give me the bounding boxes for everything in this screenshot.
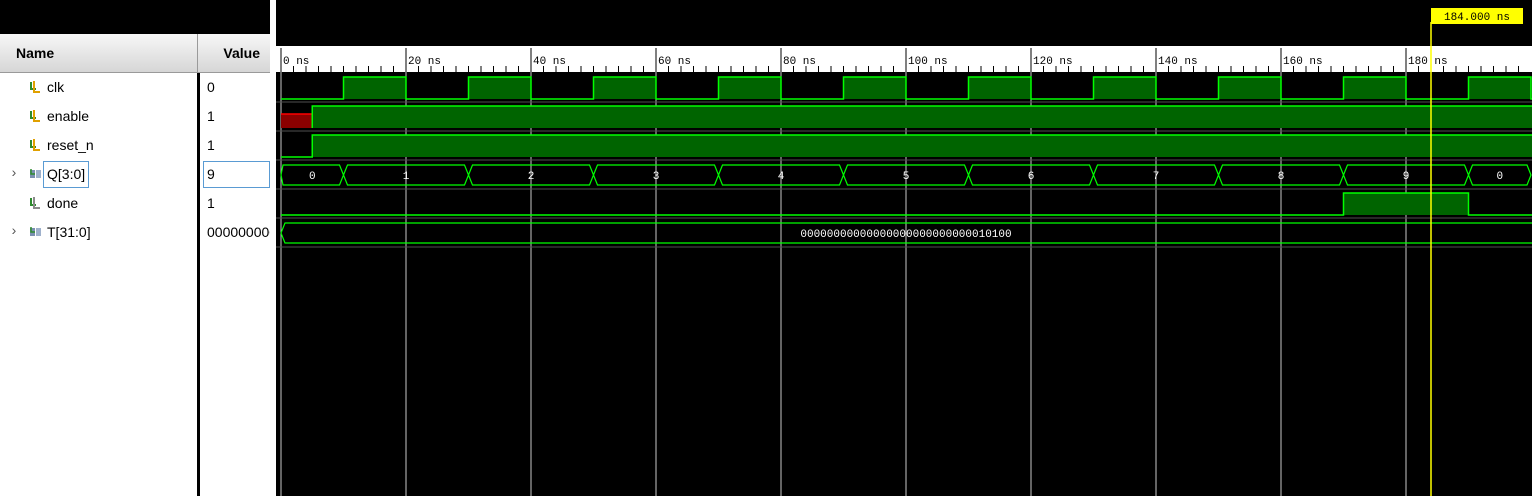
waveform-panel[interactable]: 0 ns 20 ns 40 ns 60 ns 80 ns 100 ns 120 ns 140 … bbox=[276, 0, 1532, 496]
signal-value: 1 bbox=[207, 137, 215, 153]
q-bus-value-label: 8 bbox=[1278, 171, 1285, 183]
reset-n-high-fill bbox=[312, 135, 1532, 157]
toolbar-strip bbox=[0, 0, 272, 34]
signal-value: 1 bbox=[207, 195, 215, 211]
signal-name: enable bbox=[47, 108, 90, 124]
tick-label: 0 ns bbox=[283, 56, 309, 68]
tick-label: 160 ns bbox=[1283, 56, 1323, 68]
signal-list-header: Name Value bbox=[0, 34, 272, 73]
waveform-viewer: Name Value clk 0 enable 1 reset_n 1 › Q[… bbox=[0, 0, 1532, 496]
enable-high-fill bbox=[312, 106, 1532, 128]
q-bus-value-label: 0 bbox=[1496, 171, 1503, 183]
scalar-signal-icon bbox=[30, 81, 40, 93]
signal-list-body: clk 0 enable 1 reset_n 1 › Q[3:0] 9 done… bbox=[0, 73, 272, 496]
done-high-fill bbox=[1343, 193, 1469, 215]
scalar-signal-icon bbox=[30, 110, 40, 122]
value-column-header[interactable]: Value bbox=[208, 34, 260, 72]
tick-label: 40 ns bbox=[533, 56, 566, 68]
scalar-signal-icon bbox=[30, 139, 40, 151]
name-column-header[interactable]: Name bbox=[16, 34, 54, 72]
clk-high-fill bbox=[1218, 77, 1281, 99]
q-bus-value-label: 7 bbox=[1153, 171, 1160, 183]
tick-label: 80 ns bbox=[783, 56, 816, 68]
signal-name: clk bbox=[47, 79, 65, 95]
column-divider[interactable] bbox=[197, 34, 198, 72]
clk-high-fill bbox=[343, 77, 406, 99]
clk-high-fill bbox=[593, 77, 656, 99]
bus-signal-icon bbox=[30, 227, 41, 236]
signal-row-enable[interactable]: enable 1 bbox=[0, 102, 272, 131]
scalar-signal-icon bbox=[30, 197, 40, 209]
q-bus-value-label: 0 bbox=[309, 171, 316, 183]
signal-value: 9 bbox=[203, 161, 270, 188]
chevron-right-icon[interactable]: › bbox=[9, 164, 19, 180]
signal-row-done[interactable]: done 1 bbox=[0, 189, 272, 218]
signal-row-clk[interactable]: clk 0 bbox=[0, 73, 272, 102]
clk-high-fill bbox=[468, 77, 531, 99]
enable-unknown-fill bbox=[281, 114, 313, 128]
signal-name: T[31:0] bbox=[47, 224, 91, 240]
tick-label: 20 ns bbox=[408, 56, 441, 68]
q-bus-value-label: 6 bbox=[1028, 171, 1035, 183]
q-bus-value-label: 9 bbox=[1403, 171, 1410, 183]
tick-label: 60 ns bbox=[658, 56, 691, 68]
bus-signal-icon bbox=[30, 169, 41, 178]
signal-value: 1 bbox=[207, 108, 215, 124]
q-bus-value-label: 5 bbox=[903, 171, 910, 183]
tick-label: 180 ns bbox=[1408, 56, 1448, 68]
clk-high-fill bbox=[843, 77, 906, 99]
waveform-canvas[interactable]: 0 ns 20 ns 40 ns 60 ns 80 ns 100 ns 120 ns 140 … bbox=[276, 0, 1532, 496]
tick-label: 120 ns bbox=[1033, 56, 1073, 68]
signal-value: 00000000000000000000000000010100 bbox=[207, 224, 270, 240]
tick-label: 100 ns bbox=[908, 56, 948, 68]
signal-row-reset-n[interactable]: reset_n 1 bbox=[0, 131, 272, 160]
chevron-right-icon[interactable]: › bbox=[9, 222, 19, 238]
clk-high-fill bbox=[1468, 77, 1531, 99]
clk-high-fill bbox=[1343, 77, 1406, 99]
cursor-time-label: 184.000 ns bbox=[1444, 12, 1510, 24]
signal-value: 0 bbox=[207, 79, 215, 95]
signal-name: done bbox=[47, 195, 79, 211]
signal-list-panel: Name Value clk 0 enable 1 reset_n 1 › Q[… bbox=[0, 0, 272, 496]
q-bus-value-label: 4 bbox=[778, 171, 785, 183]
q-bus-value-label: 1 bbox=[403, 171, 410, 183]
signal-name: Q[3:0] bbox=[43, 161, 90, 188]
clk-high-fill bbox=[968, 77, 1031, 99]
signal-row-q[interactable]: › Q[3:0] 9 bbox=[0, 160, 272, 189]
q-bus-value-label: 2 bbox=[528, 171, 535, 183]
clk-high-fill bbox=[1093, 77, 1156, 99]
t-bus-value-label: 00000000000000000000000000010100 bbox=[800, 229, 1011, 241]
q-bus-value-label: 3 bbox=[653, 171, 660, 183]
clk-high-fill bbox=[718, 77, 781, 99]
signal-row-t[interactable]: › T[31:0] 000000000000000000000000000101… bbox=[0, 218, 272, 247]
tick-label: 140 ns bbox=[1158, 56, 1198, 68]
signal-name: reset_n bbox=[47, 137, 94, 153]
